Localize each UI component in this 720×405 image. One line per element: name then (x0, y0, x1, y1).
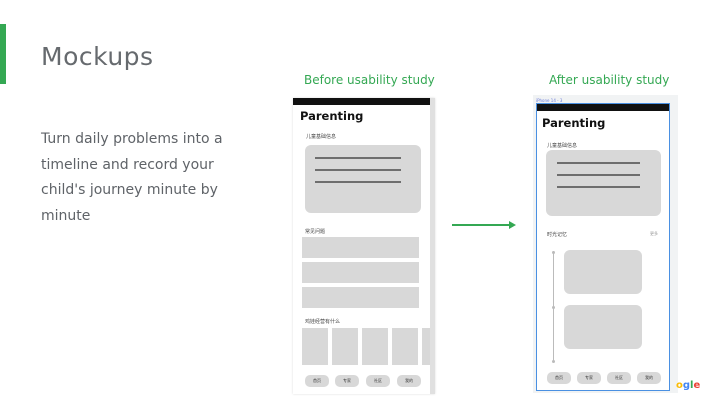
tab-community: 社区 (366, 375, 390, 387)
timeline-dot (552, 251, 555, 254)
more-link[interactable]: 更多 (650, 231, 658, 237)
accent-bar (0, 24, 6, 84)
card-line (557, 162, 640, 164)
grid-tile (392, 328, 418, 365)
card-line (315, 181, 401, 183)
section-label: 儿童基础信息 (547, 143, 578, 149)
card-line (315, 157, 401, 159)
tab-me: 我的 (397, 375, 421, 387)
grid-tile (362, 328, 388, 365)
label-before: Before usability study (304, 73, 435, 87)
scrollbar (430, 98, 435, 394)
timeline-card (564, 250, 642, 294)
timeline-card (564, 305, 642, 349)
app-title: Parenting (300, 109, 364, 123)
tab-expert: 专家 (577, 372, 601, 384)
tab-home: 首页 (547, 372, 571, 384)
info-card (546, 150, 661, 216)
app-title: Parenting (542, 116, 606, 130)
timeline-dot (552, 306, 555, 309)
arrow-icon (509, 220, 516, 229)
info-card (305, 145, 421, 213)
section-label: 儿童基础信息 (306, 134, 337, 140)
tab-community: 社区 (607, 372, 631, 384)
section-label: 鸡娃经营有什么 (305, 319, 341, 325)
grid-tile (422, 328, 430, 365)
list-item (302, 287, 419, 308)
card-line (557, 174, 640, 176)
label-after: After usability study (549, 73, 670, 87)
grid-tile (332, 328, 358, 365)
tab-me: 我的 (637, 372, 661, 384)
grid-tile (302, 328, 328, 365)
after-phone-mockup: Parenting 儿童基础信息 时光记忆 更多 首页 专家 社区 我的 (536, 103, 670, 391)
slide-description: Turn daily problems into a timeline and … (41, 131, 223, 224)
tab-home: 首页 (305, 375, 329, 387)
tab-expert: 专家 (335, 375, 359, 387)
list-item (302, 237, 419, 258)
section-label: 常见问题 (305, 229, 326, 235)
section-label: 时光记忆 (547, 232, 568, 238)
google-logo: ogle (676, 380, 701, 391)
before-phone-mockup: Parenting 儿童基础信息 常见问题 鸡娃经营有什么 首页 专家 社区 我… (293, 98, 435, 394)
card-line (315, 169, 401, 171)
list-item (302, 262, 419, 283)
slide-title: Mockups (41, 42, 154, 71)
timeline-dot (552, 360, 555, 363)
arrow-line (452, 224, 510, 226)
card-line (557, 186, 640, 188)
status-bar (537, 104, 669, 111)
status-bar (293, 98, 435, 105)
